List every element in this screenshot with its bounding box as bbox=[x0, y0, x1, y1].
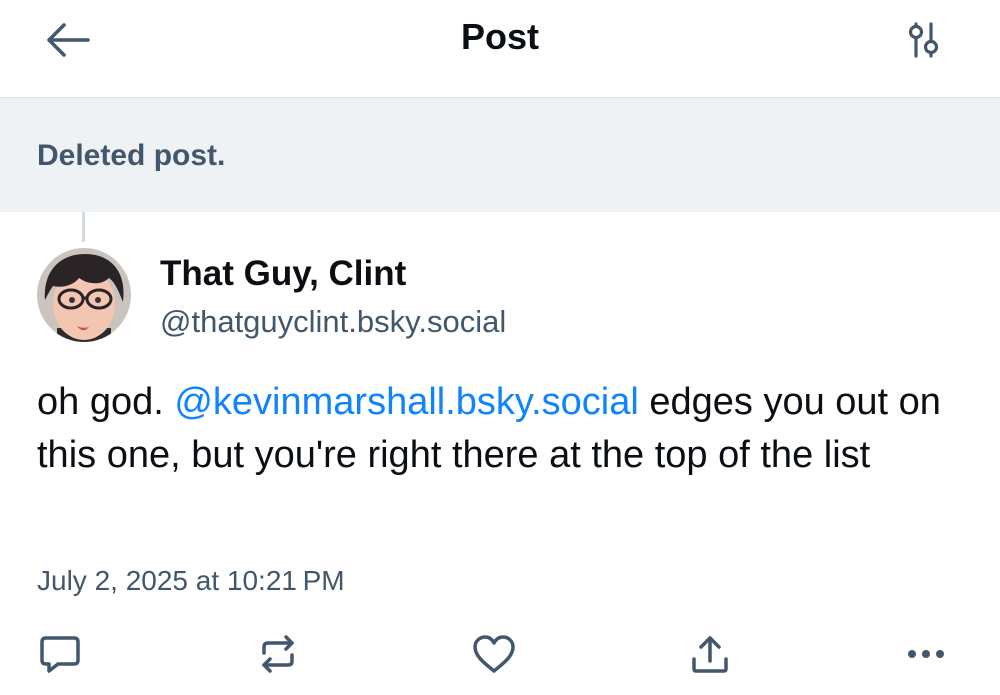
reply-button[interactable] bbox=[30, 624, 90, 684]
like-icon bbox=[473, 635, 515, 673]
author-handle[interactable]: @thatguyclint.bsky.social bbox=[160, 302, 506, 342]
repost-icon bbox=[262, 635, 294, 673]
like-button[interactable] bbox=[464, 624, 524, 684]
page-title: Post bbox=[460, 16, 539, 57]
reply-icon bbox=[40, 636, 80, 673]
post-action-bar bbox=[0, 624, 1000, 684]
author-avatar[interactable] bbox=[37, 248, 131, 342]
sliders-icon bbox=[908, 22, 939, 58]
share-button[interactable] bbox=[680, 624, 740, 684]
top-bar: Post bbox=[0, 0, 1000, 98]
avatar-illustration bbox=[37, 248, 131, 342]
repost-button[interactable] bbox=[248, 624, 308, 684]
thread-connector-line bbox=[82, 212, 85, 242]
more-options-button[interactable] bbox=[896, 624, 956, 684]
thread-settings-button[interactable] bbox=[898, 16, 950, 64]
post-text-start: oh god. bbox=[37, 381, 175, 423]
share-icon bbox=[692, 636, 728, 673]
author-display-name[interactable]: That Guy, Clint bbox=[160, 252, 406, 296]
post-timestamp: July 2, 2025 at 10:21 PM bbox=[37, 565, 345, 596]
more-icon bbox=[908, 650, 944, 658]
post-text: oh god. @kevinmarshall.bsky.social edges… bbox=[37, 376, 977, 482]
deleted-post-label: Deleted post. bbox=[37, 139, 226, 172]
mention-link[interactable]: @kevinmarshall.bsky.social bbox=[174, 381, 638, 423]
